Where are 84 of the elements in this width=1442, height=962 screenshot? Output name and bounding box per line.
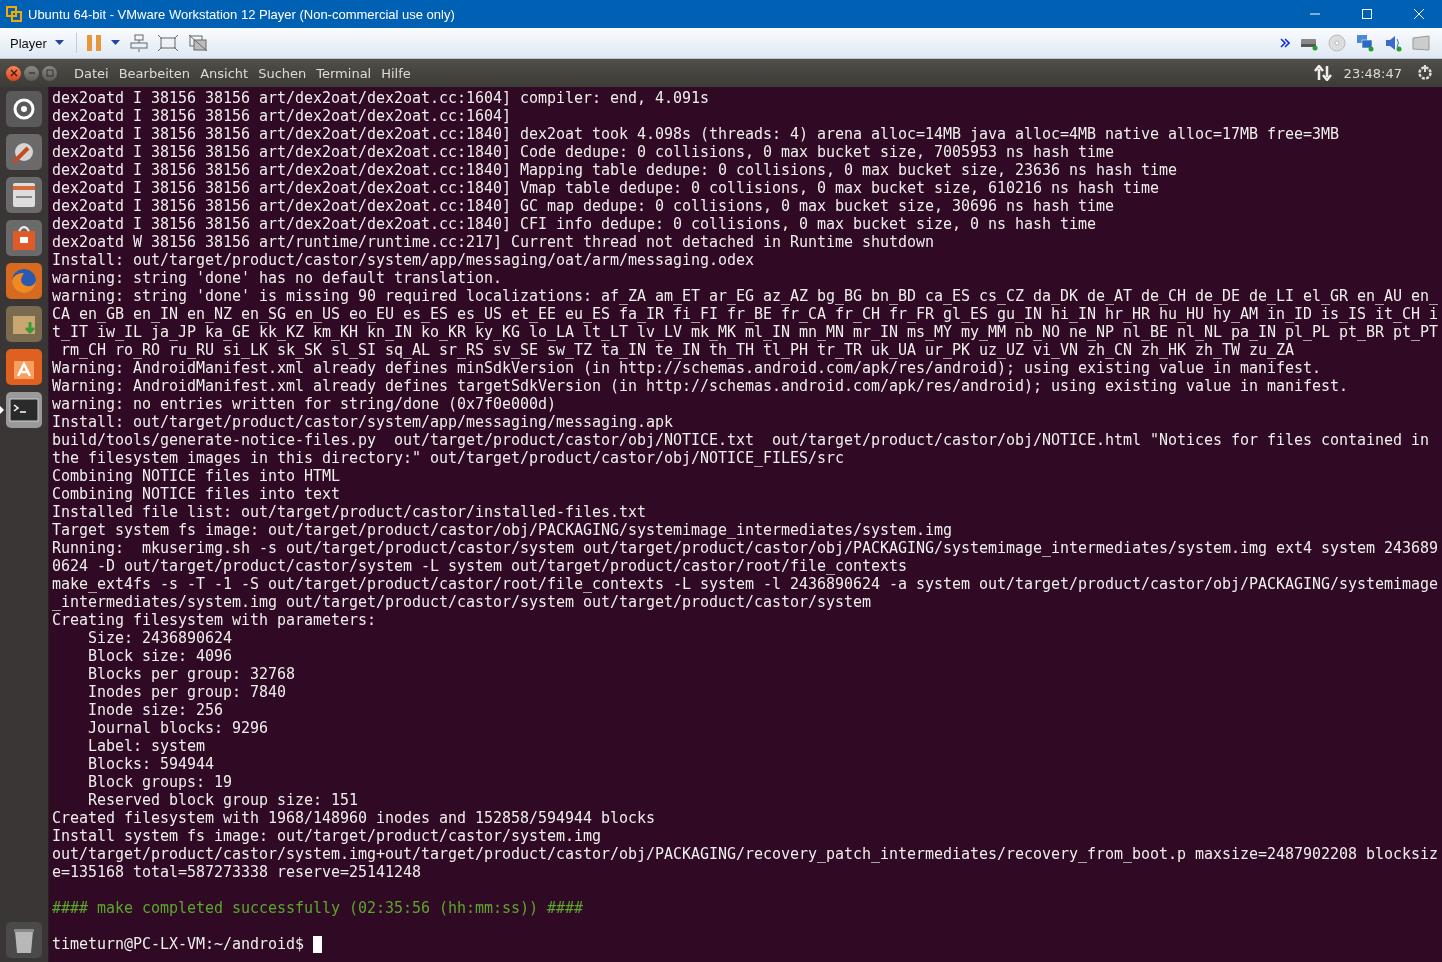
terminal-line: dex2oatd I 38156 38156 art/dex2oat/dex2oat.cc:1604] — [52, 107, 512, 125]
maximize-icon — [1361, 8, 1373, 20]
terminal-line: make_ext4fs -s -T -1 -S out/target/product/castor/root/file_contexts -L system -l 2436890624 -a system out/target/product/castor/obj/PACKAGING/systemimage — [52, 575, 1439, 593]
terminal-line: Creating filesystem with parameters: — [52, 611, 377, 629]
terminal-line: dex2oatd I 38156 38156 art/dex2oat/dex2oat.cc:1840] CFI info dedupe: 0 collisions, 0 max bucket size, 0 ns hash time — [52, 215, 1097, 233]
terminal-line: Running: mkuserimg.sh -s out/target/product/castor/system out/target/product/castor/obj/PACKAGING/systemimage_intermediates/system.img ext4 system 243689 — [52, 539, 1439, 557]
terminal-line: Created filesystem with 1968/148960 inodes and 152858/594944 blocks — [52, 809, 656, 827]
minimize-icon — [27, 69, 36, 77]
terminal-line: dex2oatd I 38156 38156 art/dex2oat/dex2oat.cc:1604] compiler: end, 4.091s — [52, 89, 710, 107]
shell-prompt: timeturn@PC-LX-VM:~/android$ — [52, 935, 306, 953]
terminal-line: warning: string 'done' has no default translation. — [52, 269, 503, 287]
unity-mode-icon[interactable] — [187, 34, 208, 52]
terminal-line: Install: out/target/product/castor/system/app/messaging/oat/arm/messaging.odex — [52, 251, 755, 269]
double-chevron-icon[interactable] — [1280, 38, 1290, 48]
player-menu-button[interactable]: Player — [8, 35, 66, 51]
devices-icon[interactable] — [129, 34, 148, 52]
terminal-line: warning: no entries written for string/done (0x7f0e000d) — [52, 395, 557, 413]
terminal-line: Reserved block group size: 151 — [87, 791, 359, 809]
menu-item[interactable]: Ansicht — [195, 65, 254, 81]
terminal-line: Block groups: 19 — [87, 773, 232, 791]
terminal-line: Blocks: 594944 — [87, 755, 214, 773]
menu-item[interactable]: Suchen — [253, 65, 312, 81]
terminal-line: CA en_GB en_IN en_NZ en_SG en_US eo_EU es_ES es_US et_EE eu_ES fa_IR fi_FI fr_BE fr_CA fr_CH fr_FR gl_ES gu_IN hi_IN hr_HR hu_HU hy_AM in_ID is_IS it_CH i — [52, 305, 1439, 323]
app-logo-icon — [6, 6, 22, 22]
globe-icon[interactable] — [6, 263, 42, 299]
terminal-line: dex2oatd I 38156 38156 art/dex2oat/dex2oat.cc:1840] Mapping table dedupe: 0 collisions, 0 max bucket size, 23636 ns hash time — [52, 161, 1178, 179]
terminal-line: out/target/product/castor/system.img+out/target/product/castor/obj/PACKAGING/recovery_patch_intermediates/recovery_from_boot.p maxsize=2487902208 blocksiz — [52, 845, 1439, 863]
terminal-line: Block size: 4096 — [87, 647, 232, 665]
ubuntu-logo-icon[interactable] — [6, 91, 42, 127]
terminal-line: dex2oatd I 38156 38156 art/dex2oat/dex2oat.cc:1840] Code dedupe: 0 collisions, 0 max bucket size, 7005953 ns hash time — [52, 143, 1115, 161]
close-icon — [9, 69, 18, 77]
terminal-line: warning: string 'done' is missing 90 required localizations: af_ZA am_ET ar_EG az_AZ bg_BG bn_BD ca_ES cs_CZ da_DK de_AT de_CH de_DE de_LI el_GR en_AU en_ — [52, 287, 1439, 305]
terminal-line: dex2oatd I 38156 38156 art/dex2oat/dex2oat.cc:1840] GC map dedupe: 0 collisions, 0 max bucket size, 30696 ns hash time — [52, 197, 1115, 215]
terminal-line: Journal blocks: 9296 — [87, 719, 269, 737]
terminal-line: the filesystem images in this directory:" out/target/product/castor/obj/NOTICE_FILES/src — [52, 449, 845, 467]
terminal-line: Install system fs image: out/target/product/castor/system.img — [52, 827, 602, 845]
terminal-line: Warning: AndroidManifest.xml already defines minSdkVersion (in http://schemas.android.com/apk/res/android); using existing value in manifest. — [52, 359, 1322, 377]
maximize-icon — [45, 69, 54, 77]
clock[interactable]: 23:48:47 — [1343, 65, 1402, 81]
caret-icon — [54, 40, 64, 46]
close-icon — [1413, 8, 1425, 20]
text-cursor — [313, 935, 323, 953]
fullscreen-icon[interactable] — [157, 35, 178, 51]
terminal-line: Label: system — [87, 737, 205, 755]
software-center-icon[interactable] — [6, 349, 42, 385]
terminal-line: Size: 2436890624 — [87, 629, 232, 647]
terminal-line: Inodes per group: 7840 — [87, 683, 287, 701]
terminal-line: 0624 -D out/target/product/castor/system -L system out/target/product/castor/root/file_contexts — [52, 557, 908, 575]
menu-item[interactable]: Bearbeiten — [113, 65, 196, 81]
speaker-icon[interactable] — [1384, 34, 1402, 52]
terminal-line: Inode size: 256 — [87, 701, 223, 719]
terminal-line: dex2oatd I 38156 38156 art/dex2oat/dex2oat.cc:1840] dex2oat took 4.098s (threads: 4) arena alloc=14MB java alloc=4MB native alloc=17MB free=3MB — [52, 125, 1340, 143]
package-icon[interactable] — [6, 306, 42, 342]
menu-item[interactable]: Terminal — [311, 65, 377, 81]
terminal-line: build/tools/generate-notice-files.py out/target/product/castor/obj/NOTICE.txt out/target/product/castor/obj/NOTICE.html "Notices for files contained in — [52, 431, 1430, 449]
minimize-button[interactable] — [24, 65, 39, 81]
power-gear-icon[interactable] — [1416, 64, 1434, 82]
trash-icon[interactable] — [6, 922, 42, 958]
terminal-line: _intermediates/system.img out/target/product/castor/system out/target/product/castor/system — [52, 593, 872, 611]
window-title: Ubuntu 64-bit - VMware Workstation 12 Player (Non-commercial use only) — [28, 6, 455, 22]
terminal-line: Installed file list: out/target/product/castor/installed-files.txt — [52, 503, 647, 521]
network-icon[interactable] — [1356, 34, 1374, 52]
terminal-line: #### make completed successfully (02:35:56 (hh:mm:ss)) #### — [52, 899, 584, 917]
caret-icon[interactable] — [110, 40, 120, 46]
terminal-line: Combining NOTICE files into HTML — [52, 467, 341, 485]
terminal-line: e=135168 total=587273338 reserve=25141248 — [52, 863, 422, 881]
wrench-icon[interactable] — [6, 134, 42, 170]
terminal-line: Blocks per group: 32768 — [87, 665, 296, 683]
network-arrows-icon[interactable] — [1313, 65, 1332, 81]
terminal-line: dex2oatd W 38156 38156 art/runtime/runtime.cc:217] Current thread not detached in Runtime shutdown — [52, 233, 935, 251]
terminal-line: Target system fs image: out/target/product/castor/obj/PACKAGING/systemimage_intermediates/system.img — [52, 521, 953, 539]
close-button[interactable] — [6, 65, 21, 81]
terminal-icon[interactable] — [6, 392, 42, 428]
terminal-line: Install: out/target/product/castor/system/app/messaging/messaging.apk — [52, 413, 674, 431]
terminal-line: t_IT iw_IL ja_JP ka_GE kk_KZ km_KH kn_IN ko_KR ky_KG lo_LA lt_LT lv_LV mk_MK ml_IN mn_MN mr_IN ms_MY my_MM nb_NO ne_NP nl_BE nl_NL pa_IN pl_PL pt_BR pt_PT — [52, 323, 1439, 341]
terminal-line: dex2oatd I 38156 38156 art/dex2oat/dex2oat.cc:1840] Vmap table dedupe: 0 collisions, 0 max bucket size, 610216 ns hash time — [52, 179, 1160, 197]
maximize-button[interactable] — [42, 65, 57, 81]
menu-item[interactable]: Hilfe — [376, 65, 416, 81]
terminal-line: rm_CH ro_RO ru_RU si_LK sk_SK sl_SI sq_AL sr_RS sv_SE sw_TZ ta_IN te_IN th_TH tl_PH tr_TR uk_UA ur_PK uz_UZ vi_VN zh_CN zh_HK zh_TW zu_ZA — [60, 341, 1295, 359]
file-cabinet-icon[interactable] — [6, 177, 42, 213]
shopping-bag-icon[interactable] — [6, 220, 42, 256]
terminal-line: Warning: AndroidManifest.xml already defines targetSdkVersion (in http://schemas.android.com/apk/res/android); using existing value in manifest. — [52, 377, 1349, 395]
terminal-line: Combining NOTICE files into text — [52, 485, 341, 503]
menu-item[interactable]: Datei — [69, 65, 114, 81]
